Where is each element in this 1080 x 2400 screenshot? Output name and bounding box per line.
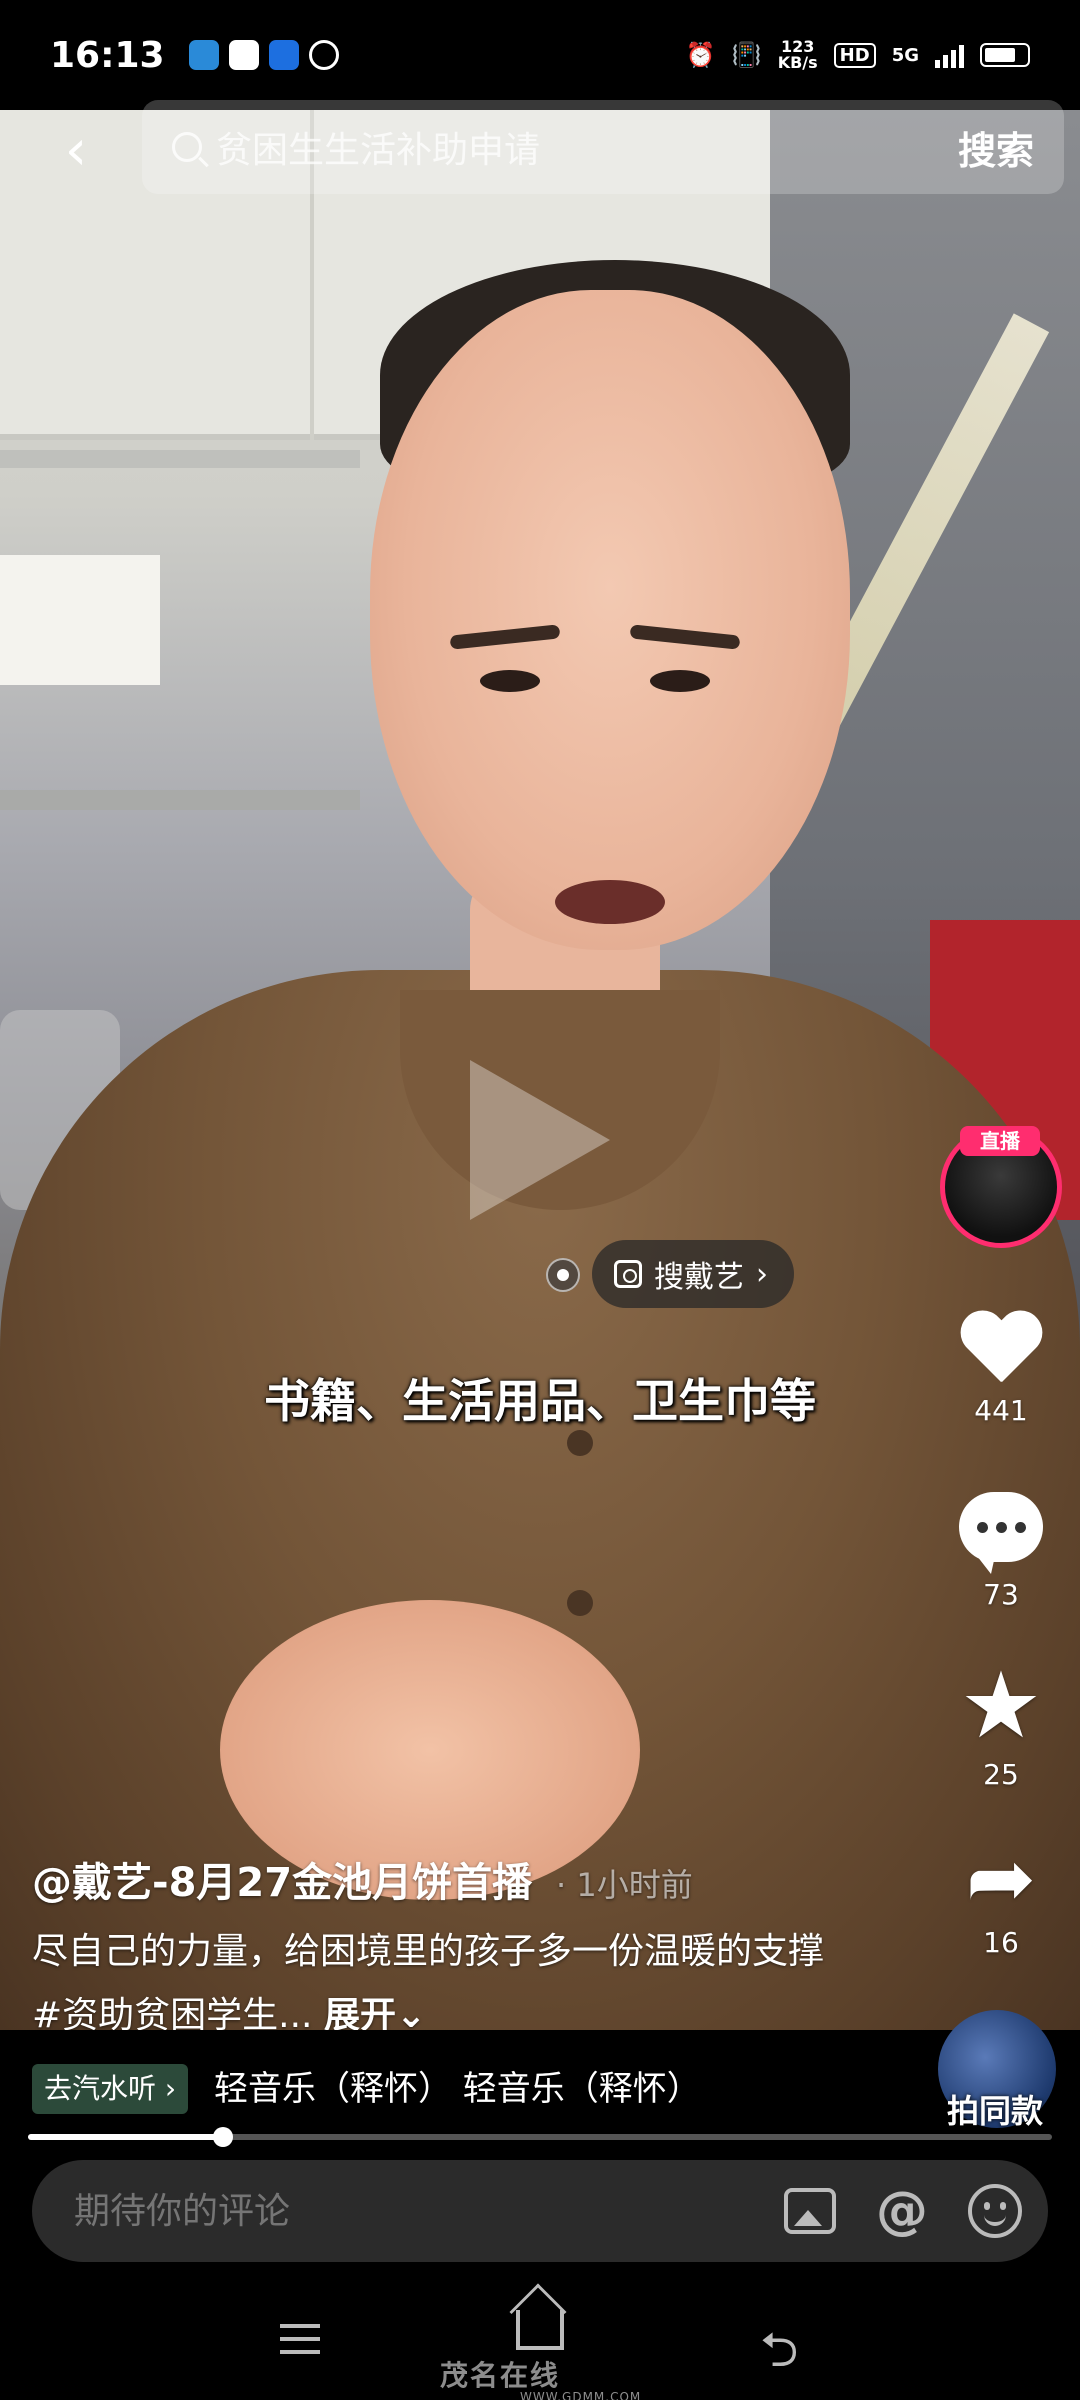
comment-input[interactable] <box>74 2190 674 2232</box>
home-icon[interactable] <box>516 2310 564 2350</box>
menu-icon[interactable] <box>280 2324 320 2354</box>
live-badge: 直播 <box>960 1126 1040 1156</box>
vibrate-icon: 📳 <box>731 41 762 69</box>
hd-badge: HD <box>833 42 876 68</box>
search-bar[interactable]: 贫困生生活补助申请 搜索 <box>142 100 1064 194</box>
favorite-button[interactable]: ★ 25 <box>936 1652 1066 1792</box>
comment-count: 73 <box>983 1578 1019 1611</box>
app-notification-icon <box>228 40 259 70</box>
k-app-icon <box>268 40 299 70</box>
video-subtitle: 书籍、生活用品、卫生巾等 <box>264 1374 816 1428</box>
sync-icon <box>308 40 339 70</box>
play-icon[interactable] <box>470 1060 610 1220</box>
shirt-button <box>567 1430 593 1456</box>
status-indicators: ⏰ 📳 123 KB/s HD 5G <box>686 39 1030 71</box>
progress-fill <box>28 2134 223 2140</box>
qishui-listen-button[interactable]: 去汽水听 › <box>32 2064 189 2114</box>
system-nav-bar: ⮌ 茂名在线 WWW.GDMM.COM <box>0 2290 1080 2400</box>
description-text: 尽自己的力量，给困境里的孩子多一份温暖的支撑 #资助贫困学生... <box>32 1931 825 2036</box>
search-person-chip[interactable]: 搜戴艺 › <box>592 1240 794 1308</box>
network-speed-unit: KB/s <box>777 53 818 72</box>
watermark-text: 茂名在线 <box>440 2359 561 2392</box>
author-line[interactable]: @戴艺-8月27金池月饼首播 · 1小时前 <box>32 1850 693 1908</box>
chip-dot-icon <box>546 1258 580 1292</box>
person-mouth <box>555 880 665 924</box>
battery-icon <box>980 43 1030 67</box>
alarm-icon: ⏰ <box>685 41 716 69</box>
search-icon <box>172 132 202 162</box>
signal-icon <box>935 42 964 68</box>
search-button[interactable]: 搜索 <box>958 120 1034 175</box>
emoji-icon[interactable] <box>968 2184 1022 2238</box>
person-eye <box>480 670 540 692</box>
search-input[interactable]: 贫困生生活补助申请 <box>216 121 540 173</box>
notification-icons <box>188 40 339 70</box>
chevron-right-icon: › <box>756 1256 768 1292</box>
network-speed: 123 KB/s <box>778 39 818 71</box>
watermark: 茂名在线 WWW.GDMM.COM <box>440 2354 641 2400</box>
favorite-count: 25 <box>983 1758 1019 1791</box>
comment-tools: @ <box>784 2184 1048 2238</box>
comment-icon <box>959 1492 1043 1574</box>
scan-icon <box>614 1260 642 1288</box>
same-style-button[interactable]: 拍同款 <box>900 2086 1080 2132</box>
person-head <box>370 290 850 950</box>
status-bar: 16:13 ⏰ 📳 123 KB/s HD 5G <box>0 0 1080 110</box>
watermark-url: WWW.GDMM.COM <box>520 2390 642 2400</box>
back-button[interactable]: ‹ <box>46 117 106 183</box>
progress-knob[interactable] <box>212 2127 233 2147</box>
share-count: 16 <box>983 1926 1019 1959</box>
person-eye <box>650 670 710 692</box>
comment-bar[interactable]: @ <box>32 2160 1048 2262</box>
comment-button[interactable]: 73 <box>936 1492 1066 1611</box>
share-icon: ➦ <box>965 1829 1037 1927</box>
status-time: 16:13 <box>50 34 165 76</box>
shirt-button <box>567 1590 593 1616</box>
star-icon: ★ <box>959 1652 1043 1759</box>
post-time: · 1小时前 <box>556 1866 693 1904</box>
network-type: 5G <box>891 44 919 66</box>
image-icon[interactable] <box>784 2188 836 2234</box>
share-button[interactable]: ➦ 16 <box>936 1836 1066 1959</box>
search-chip-label: 搜戴艺 <box>654 1260 744 1295</box>
china-mobile-icon <box>188 40 219 70</box>
at-mention-icon[interactable]: @ <box>876 2185 928 2237</box>
back-icon[interactable]: ⮌ <box>760 2316 798 2397</box>
author-name[interactable]: @戴艺-8月27金池月饼首播 <box>32 1860 532 1906</box>
chevron-left-icon: ‹ <box>64 117 88 183</box>
video-progress-bar[interactable] <box>28 2127 1052 2147</box>
music-title[interactable]: 轻音乐（释怀） 轻音乐（释怀） <box>214 2064 701 2114</box>
post-description[interactable]: 尽自己的力量，给困境里的孩子多一份温暖的支撑 #资助贫困学生... 展开⌄ <box>32 1920 852 2048</box>
